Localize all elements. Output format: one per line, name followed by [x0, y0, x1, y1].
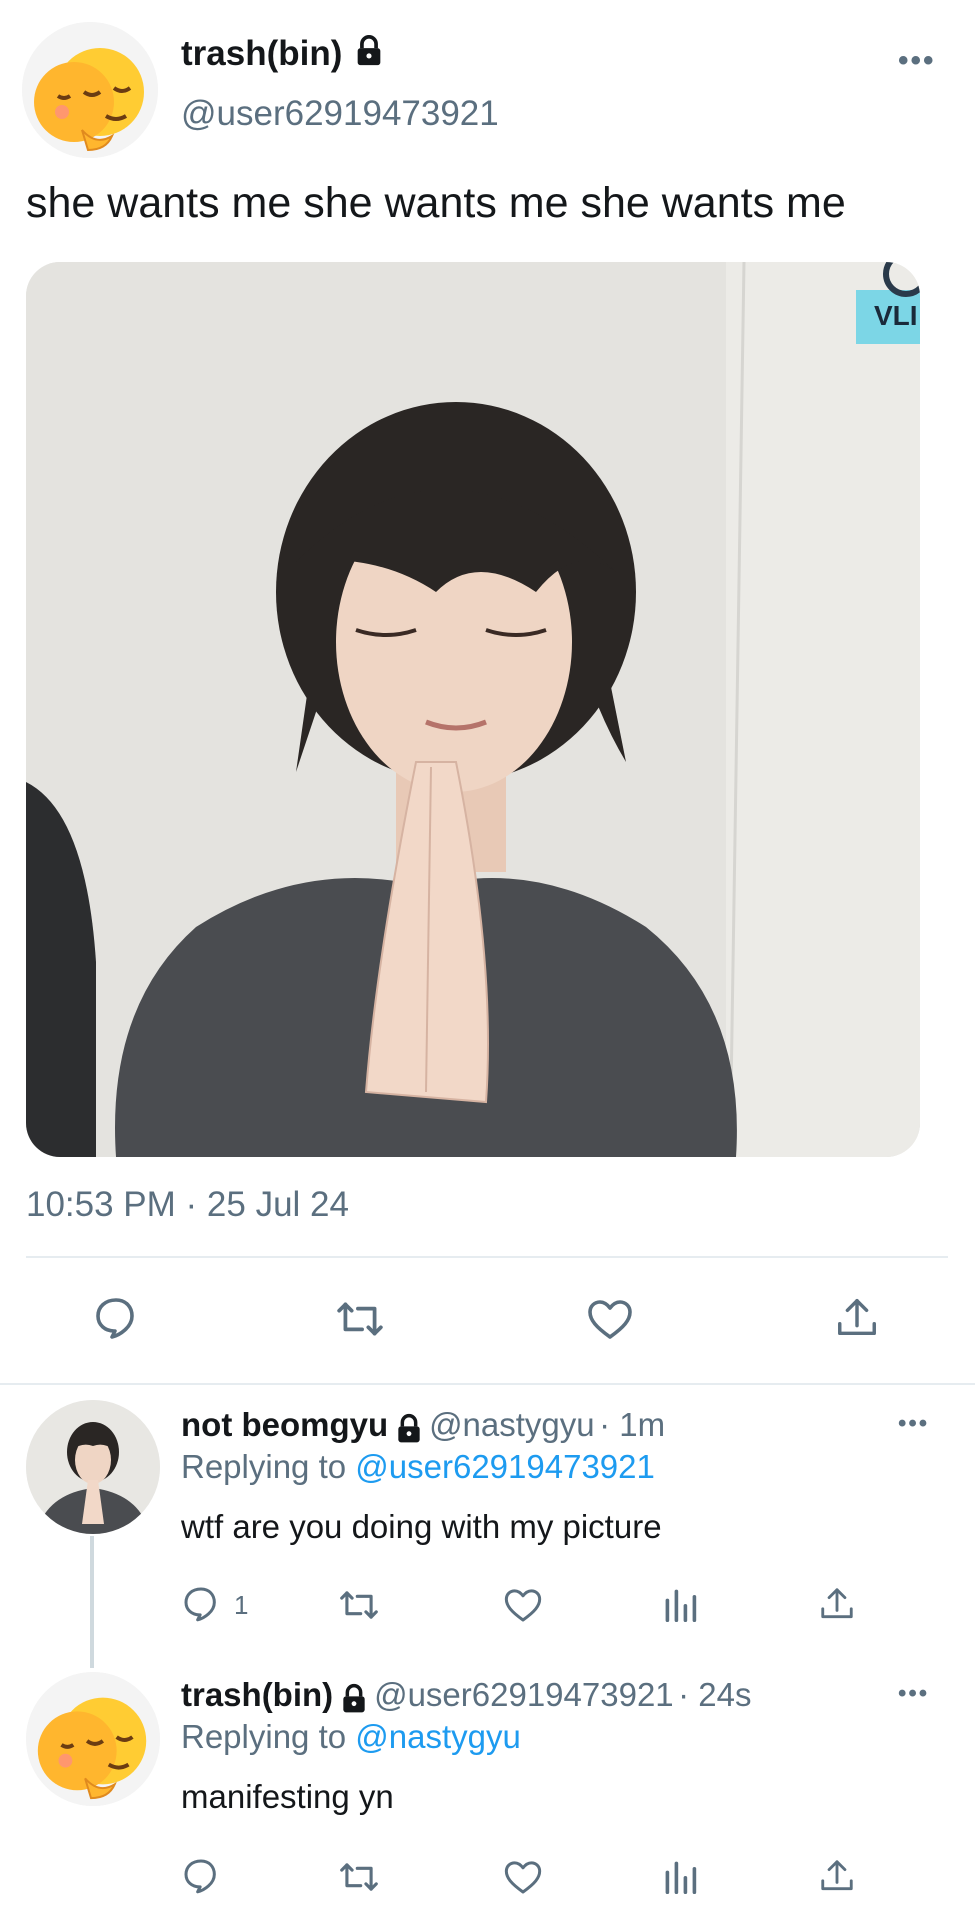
reply-count: 1	[234, 1590, 249, 1620]
more-options-icon[interactable]: •••	[898, 1410, 929, 1438]
thread-connector-line	[90, 1536, 94, 1668]
author-avatar[interactable]	[22, 22, 158, 158]
reply1-avatar[interactable]	[26, 1400, 160, 1534]
analytics-icon[interactable]	[662, 1584, 698, 1624]
replying-label: Replying to	[181, 1718, 347, 1755]
profile-photo-icon	[26, 1400, 160, 1534]
reply1-handle[interactable]: @nastygyu	[429, 1406, 595, 1443]
like-icon[interactable]	[586, 1296, 634, 1342]
reply1-time: · 1m	[599, 1406, 666, 1443]
reply-icon[interactable]	[181, 1856, 221, 1896]
reply2-avatar[interactable]	[26, 1672, 160, 1806]
author-display-name[interactable]: trash(bin)	[181, 34, 342, 73]
mention-link[interactable]: @nastygyu	[355, 1718, 521, 1755]
reply-icon[interactable]	[181, 1584, 221, 1624]
author-name-row: trash(bin)	[181, 34, 386, 77]
more-options-icon[interactable]: •••	[898, 44, 936, 78]
reply2-time: · 24s	[678, 1676, 752, 1713]
mention-link[interactable]: @user62919473921	[355, 1448, 655, 1485]
retweet-icon[interactable]	[338, 1858, 380, 1896]
section-separator	[0, 1383, 975, 1385]
reply1-replying-to: Replying to @user62919473921	[181, 1448, 655, 1486]
reply-icon[interactable]	[92, 1294, 140, 1342]
share-icon[interactable]	[818, 1856, 856, 1896]
relieved-emoji-avatar-icon	[26, 1672, 160, 1806]
like-icon[interactable]	[503, 1586, 543, 1624]
reply2-header: trash(bin) @user62919473921 · 24s	[181, 1676, 751, 1720]
reply1-text: wtf are you doing with my picture	[181, 1508, 662, 1545]
retweet-icon[interactable]	[335, 1296, 385, 1342]
more-options-icon[interactable]: •••	[898, 1680, 929, 1708]
share-icon[interactable]	[834, 1294, 880, 1342]
retweet-icon[interactable]	[338, 1586, 380, 1624]
author-handle[interactable]: @user62919473921	[181, 94, 499, 134]
reply1-display-name[interactable]: not beomgyu	[181, 1406, 388, 1443]
share-icon[interactable]	[818, 1584, 856, 1624]
lock-icon	[393, 1413, 425, 1450]
reply2-text: manifesting yn	[181, 1778, 394, 1815]
reply2-replying-to: Replying to @nastygyu	[181, 1718, 521, 1756]
tweet-timestamp[interactable]: 10:53 PM · 25 Jul 24	[26, 1185, 349, 1225]
tweet-media-image[interactable]: VLI	[26, 262, 920, 1157]
reply1-header: not beomgyu @nastygyu · 1m	[181, 1406, 665, 1450]
replying-label: Replying to	[181, 1448, 347, 1485]
analytics-icon[interactable]	[662, 1856, 698, 1896]
relieved-emoji-avatar-icon	[22, 22, 158, 158]
lock-icon	[338, 1683, 370, 1720]
praying-person-photo	[26, 262, 920, 1157]
media-badge-text: VLI	[874, 300, 918, 331]
reply2-handle[interactable]: @user62919473921	[374, 1676, 674, 1713]
reply2-display-name[interactable]: trash(bin)	[181, 1676, 333, 1713]
lock-icon	[352, 34, 386, 77]
like-icon[interactable]	[503, 1858, 543, 1896]
tweet-text: she wants me she wants me she wants me	[26, 179, 846, 227]
divider	[26, 1256, 948, 1258]
